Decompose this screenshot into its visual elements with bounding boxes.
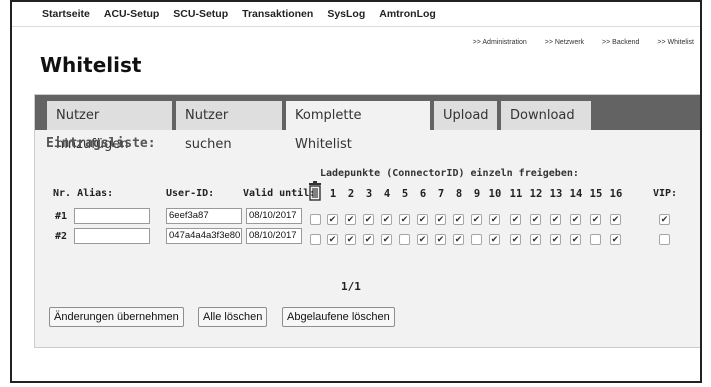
row-2-connector-9-checkbox[interactable]	[471, 234, 482, 245]
ladepunkte-label: Ladepunkte (ConnectorID) einzeln freigeb…	[320, 168, 579, 179]
page-title: Whitelist	[40, 53, 142, 77]
section-label: Eintragsliste:	[46, 136, 156, 151]
delete-expired-button[interactable]: Abgelaufene löschen	[282, 307, 395, 327]
row-2-connector-15-checkbox[interactable]	[590, 234, 601, 245]
breadcrumb: >> Administration >> Netzwerk >> Backend…	[473, 39, 694, 46]
row-2-connector-6-checkbox[interactable]: ✔	[417, 234, 428, 245]
row-1-connector-3-checkbox[interactable]: ✔	[363, 214, 374, 225]
row-1-connector-2-checkbox[interactable]: ✔	[345, 214, 356, 225]
connector-header-5: 5	[401, 188, 409, 200]
tab-upload[interactable]: Upload	[434, 101, 497, 130]
row-1-connector-13-checkbox[interactable]: ✔	[550, 214, 561, 225]
connector-header-11: 11	[509, 188, 523, 200]
row-2-connector-2-checkbox[interactable]: ✔	[345, 234, 356, 245]
nav-item-startseite[interactable]: Startseite	[42, 8, 90, 20]
connector-header-15: 15	[589, 188, 603, 200]
trash-icon	[309, 181, 321, 201]
row-1-connector-9-checkbox[interactable]: ✔	[471, 214, 482, 225]
row-1-valid-until-input[interactable]: 08/10/2017	[246, 208, 302, 224]
column-user-id: User-ID:	[166, 188, 215, 199]
apply-changes-button[interactable]: Änderungen übernehmen	[49, 307, 184, 327]
row-1-connector-7-checkbox[interactable]: ✔	[435, 214, 446, 225]
row-2-connector-4-checkbox[interactable]: ✔	[381, 234, 392, 245]
row-2-connector-16-checkbox[interactable]: ✔	[610, 234, 621, 245]
row-2-vip-checkbox[interactable]	[659, 234, 670, 245]
connector-header-6: 6	[419, 188, 427, 200]
row-2-connector-10-checkbox[interactable]: ✔	[489, 234, 500, 245]
row-1-connector-14-checkbox[interactable]: ✔	[570, 214, 581, 225]
connector-header-9: 9	[473, 188, 481, 200]
connector-header-16: 16	[609, 188, 623, 200]
row-2-connector-13-checkbox[interactable]: ✔	[550, 234, 561, 245]
nav-item-syslog[interactable]: SysLog	[327, 8, 365, 20]
connector-header-12: 12	[529, 188, 543, 200]
row-1-vip-checkbox[interactable]: ✔	[659, 214, 670, 225]
row-2-alias-input[interactable]	[74, 228, 150, 244]
tab-bar: Nutzer hinzufügen Nutzer suchen Komplett…	[35, 95, 700, 152]
breadcrumb-whitelist[interactable]: >> Whitelist	[657, 39, 694, 46]
row-2-connector-12-checkbox[interactable]: ✔	[530, 234, 541, 245]
row-2-connector-14-checkbox[interactable]: ✔	[570, 234, 581, 245]
row-2-connector-11-checkbox[interactable]: ✔	[510, 234, 521, 245]
connector-header-14: 14	[569, 188, 583, 200]
row-1-connector-6-checkbox[interactable]: ✔	[417, 214, 428, 225]
row-1-delete-checkbox[interactable]	[310, 214, 321, 225]
row-1-connector-4-checkbox[interactable]: ✔	[381, 214, 392, 225]
delete-all-button[interactable]: Alle löschen	[198, 307, 268, 327]
nav-item-scu-setup[interactable]: SCU-Setup	[173, 8, 228, 20]
row-1-connector-16-checkbox[interactable]: ✔	[610, 214, 621, 225]
nav-item-amtronlog[interactable]: AmtronLog	[379, 8, 436, 20]
top-nav: Startseite ACU-Setup SCU-Setup Transakti…	[12, 2, 700, 27]
row-1-connector-8-checkbox[interactable]: ✔	[453, 214, 464, 225]
row-2-user-id-input[interactable]: 047a4a4a3f3e80	[166, 228, 242, 244]
row-1-alias-input[interactable]	[74, 208, 150, 224]
connector-header-3: 3	[365, 188, 373, 200]
row-2-delete-checkbox[interactable]	[310, 234, 321, 245]
row-1-connector-10-checkbox[interactable]: ✔	[489, 214, 500, 225]
pagination: 1/1	[341, 280, 361, 293]
app-frame: Startseite ACU-Setup SCU-Setup Transakti…	[10, 0, 702, 383]
whitelist-panel: Nutzer hinzufügen Nutzer suchen Komplett…	[34, 94, 700, 348]
row-2-valid-until-input[interactable]: 08/10/2017	[246, 228, 302, 244]
row-1-connector-15-checkbox[interactable]: ✔	[590, 214, 601, 225]
tab-nutzer-hinzufuegen[interactable]: Nutzer hinzufügen	[47, 101, 172, 152]
connector-header-13: 13	[549, 188, 563, 200]
connector-header-2: 2	[347, 188, 355, 200]
connector-header-10: 10	[488, 188, 502, 200]
row-1-user-id-input[interactable]: 6eef3a87	[166, 208, 242, 224]
row-1-connector-5-checkbox[interactable]: ✔	[399, 214, 410, 225]
connector-header-7: 7	[437, 188, 445, 200]
row-2-connector-7-checkbox[interactable]: ✔	[435, 234, 446, 245]
row-2-number: #2	[55, 231, 68, 242]
row-2-connector-5-checkbox[interactable]	[399, 234, 410, 245]
tab-download[interactable]: Download	[501, 101, 591, 130]
connector-header-8: 8	[455, 188, 463, 200]
connector-header-1: 1	[329, 188, 337, 200]
row-2-connector-1-checkbox[interactable]: ✔	[327, 234, 338, 245]
row-1-number: #1	[55, 211, 68, 222]
column-vip: VIP:	[653, 188, 678, 199]
row-1-connector-1-checkbox[interactable]: ✔	[327, 214, 338, 225]
row-1-connector-11-checkbox[interactable]: ✔	[510, 214, 521, 225]
row-2-connector-8-checkbox[interactable]: ✔	[453, 234, 464, 245]
tab-nutzer-suchen[interactable]: Nutzer suchen	[176, 101, 282, 152]
row-2-connector-3-checkbox[interactable]: ✔	[363, 234, 374, 245]
connector-header-4: 4	[383, 188, 391, 200]
nav-item-transaktionen[interactable]: Transaktionen	[242, 8, 313, 20]
breadcrumb-backend[interactable]: >> Backend	[602, 39, 639, 46]
row-1-connector-12-checkbox[interactable]: ✔	[530, 214, 541, 225]
nav-item-acu-setup[interactable]: ACU-Setup	[104, 8, 159, 20]
breadcrumb-administration[interactable]: >> Administration	[473, 39, 527, 46]
column-nr-alias: Nr. Alias:	[53, 188, 114, 199]
breadcrumb-netzwerk[interactable]: >> Netzwerk	[545, 39, 584, 46]
tab-komplette-whitelist[interactable]: Komplette Whitelist	[286, 101, 430, 152]
column-valid-until: Valid until:	[243, 188, 316, 199]
